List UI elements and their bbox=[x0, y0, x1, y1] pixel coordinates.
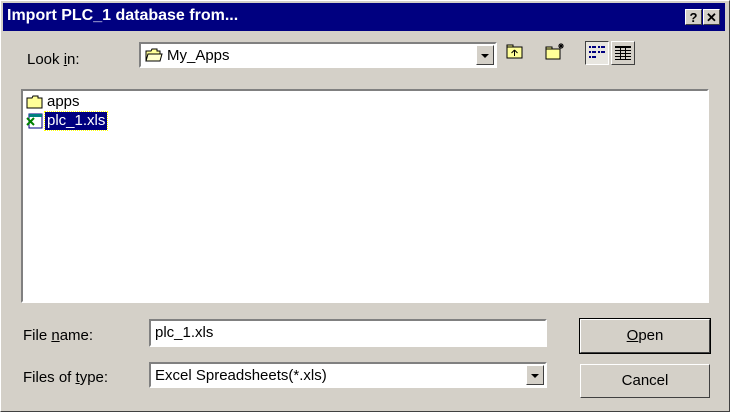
close-button[interactable]: ✕ bbox=[703, 9, 720, 25]
list-view-button[interactable] bbox=[585, 41, 609, 65]
spreadsheet-file-icon bbox=[26, 113, 43, 129]
create-new-folder-button[interactable] bbox=[544, 41, 568, 65]
title-bar[interactable]: Import PLC_1 database from... ? ✕ bbox=[3, 3, 725, 31]
filename-input[interactable] bbox=[155, 324, 535, 341]
list-view-icon bbox=[589, 46, 605, 58]
cancel-button[interactable]: Cancel bbox=[580, 364, 710, 398]
lookin-label: Look in: bbox=[27, 51, 80, 68]
dialog-title: Import PLC_1 database from... bbox=[7, 7, 239, 24]
lookin-value: My_Apps bbox=[167, 47, 230, 64]
filename-label: File name: bbox=[23, 327, 94, 344]
filetype-combobox[interactable]: Excel Spreadsheets(*.xls) bbox=[149, 362, 547, 388]
help-button[interactable]: ? bbox=[685, 9, 702, 25]
folder-icon bbox=[26, 95, 43, 109]
open-folder-icon bbox=[145, 48, 163, 62]
filetype-label: Files of type: bbox=[23, 369, 109, 386]
filetype-dropdown-button[interactable] bbox=[526, 365, 544, 385]
file-item-name: plc_1.xls bbox=[43, 111, 109, 131]
lookin-combobox[interactable]: My_Apps bbox=[139, 42, 497, 68]
details-view-button[interactable] bbox=[611, 41, 635, 65]
file-list[interactable]: apps plc_1.xls bbox=[21, 89, 709, 303]
file-item-name: apps bbox=[47, 93, 80, 110]
up-folder-icon bbox=[506, 44, 523, 59]
filename-field[interactable] bbox=[149, 319, 547, 347]
filetype-value: Excel Spreadsheets(*.xls) bbox=[155, 367, 327, 384]
import-dialog: Import PLC_1 database from... ? ✕ Look i… bbox=[0, 0, 730, 412]
new-folder-icon bbox=[545, 43, 564, 60]
lookin-dropdown-button[interactable] bbox=[476, 45, 494, 65]
details-view-icon bbox=[615, 46, 631, 60]
up-one-level-button[interactable] bbox=[504, 41, 528, 65]
open-button[interactable]: Open bbox=[579, 318, 711, 354]
